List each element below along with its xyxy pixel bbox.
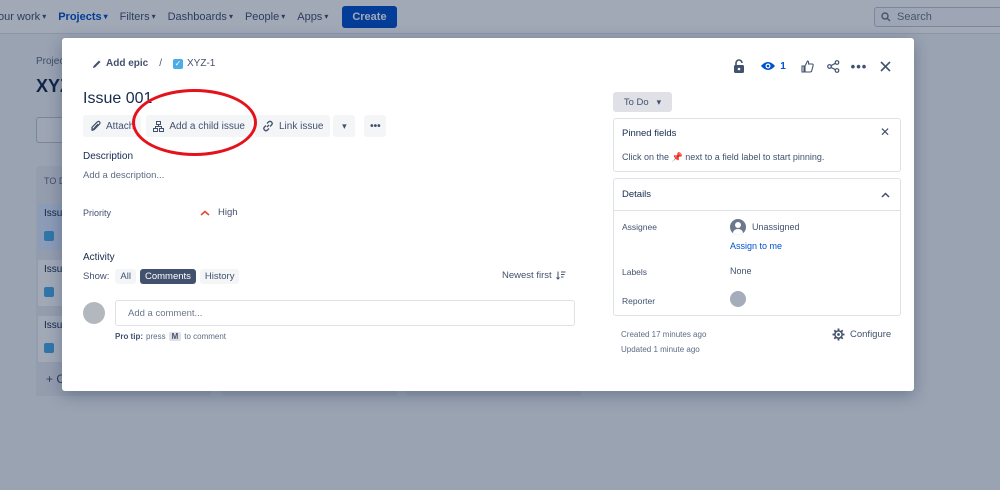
pin-icon: 📌 [671,152,683,162]
labels-field[interactable]: None [730,266,752,276]
lock-icon[interactable] [726,56,752,76]
issue-key-link[interactable]: ✓ XYZ-1 [173,58,215,69]
details-panel: Details Assignee Unassigned Assign to me… [613,178,901,316]
description-field[interactable]: Add a description... [83,170,164,181]
watch-button[interactable]: 1 [758,56,788,76]
link-issue-dropdown[interactable]: ▾ [333,115,356,137]
pinned-fields-title: Pinned fields [622,128,677,139]
issue-title[interactable]: Issue 001 [83,90,152,108]
created-timestamp: Created 17 minutes ago [621,330,707,339]
avatar[interactable] [730,291,746,307]
checkbox-icon: ✓ [173,58,184,69]
add-child-issue-button[interactable]: Add a child issue [146,115,252,137]
details-title[interactable]: Details [622,189,651,200]
share-icon[interactable] [820,56,846,76]
sort-icon [555,271,566,280]
close-icon[interactable]: ✕ [880,125,890,139]
more-icon: ••• [370,120,381,132]
modal-actions: 1 ••• [726,56,898,76]
priority-high-icon [200,209,210,216]
filter-all[interactable]: All [115,269,136,284]
link-issue-button[interactable]: Link issue [254,115,331,137]
breadcrumb-separator: / [159,58,163,69]
chevron-down-icon: ▾ [342,120,347,131]
chevron-down-icon: ▾ [656,96,662,107]
issue-modal: Add epic / ✓ XYZ-1 1 ••• Issue 001 Attac… [62,38,914,391]
add-epic-link[interactable]: Add epic [92,58,148,69]
activity-filter: Show: All Comments History [83,269,240,284]
hierarchy-icon [153,120,165,132]
close-icon[interactable] [872,56,898,76]
assignee-field[interactable]: Unassigned [730,219,800,235]
labels-label: Labels [622,267,648,277]
filter-comments[interactable]: Comments [139,269,196,284]
breadcrumb: Add epic / ✓ XYZ-1 [92,58,215,69]
more-actions-button[interactable]: ••• [364,115,387,137]
eye-icon [761,62,776,70]
comment-input[interactable]: Add a comment... [115,300,575,326]
link-icon [263,120,273,132]
pinned-fields-panel: Pinned fields ✕ Click on the 📌 next to a… [613,118,901,172]
avatar [83,302,105,324]
description-label: Description [83,151,134,162]
paperclip-icon [90,120,101,131]
sort-toggle[interactable]: Newest first [502,270,566,281]
configure-button[interactable]: Configure [832,328,891,341]
keyboard-key: M [168,332,182,341]
reporter-label: Reporter [622,296,656,306]
chevron-up-icon[interactable] [881,187,890,201]
activity-heading: Activity [83,252,115,263]
pencil-icon [93,60,101,68]
filter-history[interactable]: History [199,269,240,284]
attach-button[interactable]: Attach [83,115,142,137]
issue-toolbar: Attach Add a child issue Link issue ▾ ••… [83,115,387,137]
pinned-fields-hint: Click on the 📌 next to a field label to … [622,152,825,162]
priority-field[interactable]: High [200,207,238,218]
like-icon[interactable] [794,56,820,76]
more-icon[interactable]: ••• [846,56,872,76]
gear-icon [832,328,845,341]
user-icon [730,219,746,235]
pro-tip: Pro tip: press M to comment [115,332,227,341]
assign-to-me-link[interactable]: Assign to me [730,241,782,251]
assignee-label: Assignee [622,222,657,232]
status-dropdown[interactable]: To Do ▾ [613,92,672,112]
updated-timestamp: Updated 1 minute ago [621,345,700,354]
divider [614,210,900,211]
priority-label: Priority [83,208,112,218]
